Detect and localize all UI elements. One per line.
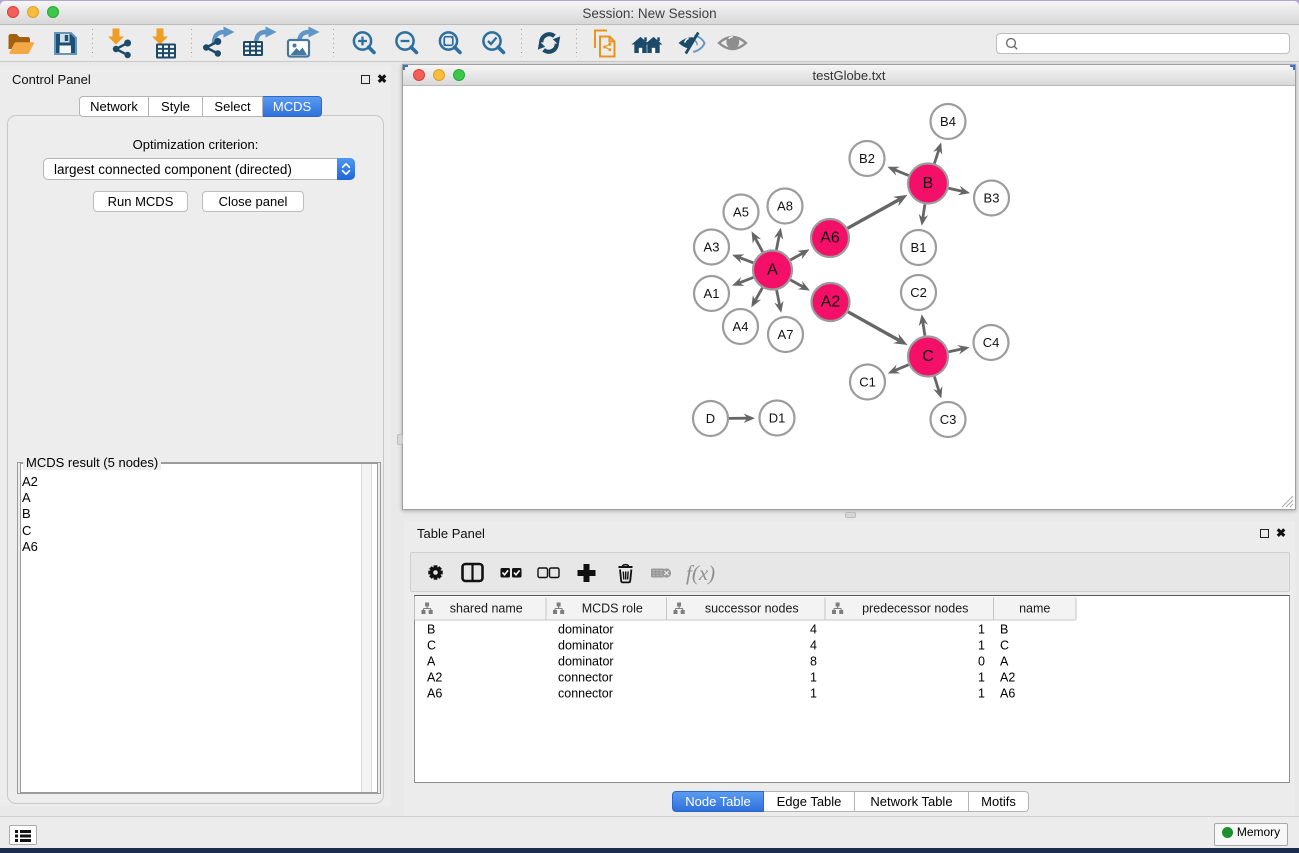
svg-text:4: 4 [810,639,817,653]
svg-text:C: C [1000,639,1009,653]
svg-text:1: 1 [978,623,985,637]
svg-text:1: 1 [810,687,817,701]
svg-text:0: 0 [978,655,985,669]
svg-text:dominator: dominator [558,639,614,653]
svg-text:1: 1 [978,671,985,685]
svg-text:4: 4 [810,623,817,637]
svg-text:connector: connector [558,687,613,701]
svg-text:successor nodes: successor nodes [705,602,799,616]
svg-text:A6: A6 [1000,687,1015,701]
svg-text:A2: A2 [427,671,442,685]
svg-text:shared name: shared name [450,602,523,616]
svg-text:B: B [1000,623,1008,637]
svg-text:C: C [427,639,436,653]
svg-text:B: B [427,623,435,637]
svg-text:MCDS role: MCDS role [582,602,643,616]
svg-text:f(x): f(x) [686,561,715,585]
svg-text:connector: connector [558,671,613,685]
svg-text:dominator: dominator [558,623,614,637]
svg-text:name: name [1019,602,1050,616]
svg-text:dominator: dominator [558,655,614,669]
svg-text:A2: A2 [1000,671,1015,685]
svg-text:1: 1 [978,639,985,653]
svg-text:A6: A6 [427,687,442,701]
svg-text:predecessor nodes: predecessor nodes [862,602,968,616]
svg-text:1: 1 [978,687,985,701]
svg-text:A: A [1000,655,1009,669]
svg-text:8: 8 [810,655,817,669]
svg-text:1: 1 [810,671,817,685]
svg-text:A: A [427,655,436,669]
